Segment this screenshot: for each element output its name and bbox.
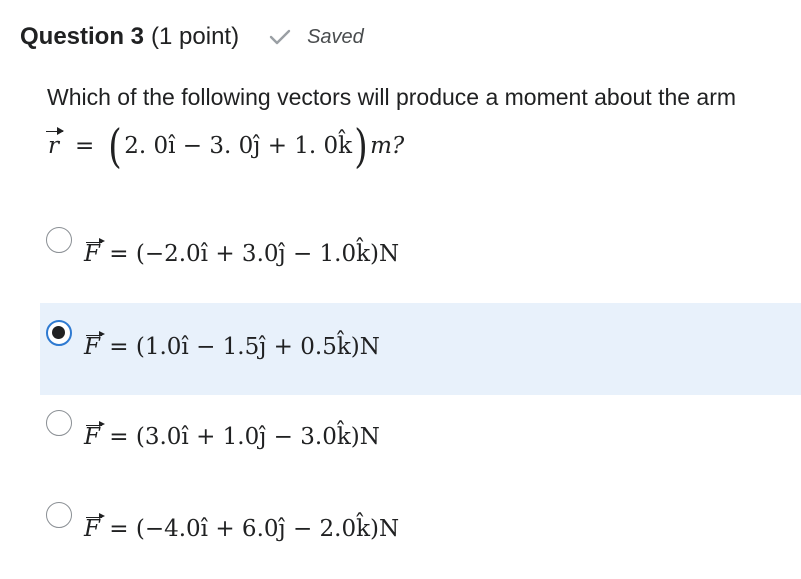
- saved-label: Saved: [307, 25, 364, 48]
- vector-f-symbol: F: [84, 513, 105, 542]
- option-expression-text: = (−2.0î + 3.0ĵ − 1.0k̂)N: [101, 241, 400, 267]
- arm-vector-components: 2. 0î − 3. 0ĵ + 1. 0k̂: [124, 133, 353, 159]
- question-prompt: Which of the following vectors will prod…: [47, 84, 737, 110]
- arm-vector-expression: r = ( 2. 0î − 3. 0ĵ + 1. 0k̂ ) m?: [46, 118, 404, 174]
- saved-status: Saved: [269, 26, 364, 49]
- arm-vector-unit: m?: [370, 133, 405, 159]
- option-expression: F = (−4.0î + 6.0ĵ − 2.0k̂)N: [84, 513, 400, 542]
- question-header: Question 3 (1 point) Saved: [20, 22, 364, 52]
- option-expression-text: = (1.0î − 1.5ĵ + 0.5k̂)N: [101, 334, 380, 360]
- vector-f-symbol: F: [84, 421, 105, 450]
- checkmark-icon: [269, 29, 291, 45]
- option-expression: F = (−2.0î + 3.0ĵ − 1.0k̂)N: [84, 238, 400, 267]
- option-expression: F = (1.0î − 1.5ĵ + 0.5k̂)N: [84, 331, 380, 360]
- option-expression-text: = (3.0î + 1.0ĵ − 3.0k̂)N: [101, 424, 380, 450]
- vector-f-symbol: F: [84, 331, 105, 360]
- answer-option-4[interactable]: F = (−4.0î + 6.0ĵ − 2.0k̂)N: [40, 487, 801, 579]
- radio-button[interactable]: [46, 227, 72, 253]
- question-points: (1 point): [151, 23, 240, 50]
- right-paren: ): [354, 119, 368, 173]
- left-paren: (: [108, 119, 122, 173]
- answer-option-1[interactable]: F = (−2.0î + 3.0ĵ − 1.0k̂)N: [40, 211, 801, 303]
- answer-option-2[interactable]: F = (1.0î − 1.5ĵ + 0.5k̂)N: [40, 303, 801, 395]
- vector-r-symbol: r: [46, 127, 64, 159]
- radio-button[interactable]: [46, 410, 72, 436]
- option-expression: F = (3.0î + 1.0ĵ − 3.0k̂)N: [84, 421, 380, 450]
- radio-button-selected[interactable]: [46, 320, 72, 346]
- question-title: Question 3: [20, 23, 145, 50]
- radio-button[interactable]: [46, 502, 72, 528]
- option-expression-text: = (−4.0î + 6.0ĵ − 2.0k̂)N: [101, 516, 400, 542]
- equals-sign: =: [75, 133, 95, 159]
- answer-option-3[interactable]: F = (3.0î + 1.0ĵ − 3.0k̂)N: [40, 395, 801, 487]
- vector-f-symbol: F: [84, 238, 105, 267]
